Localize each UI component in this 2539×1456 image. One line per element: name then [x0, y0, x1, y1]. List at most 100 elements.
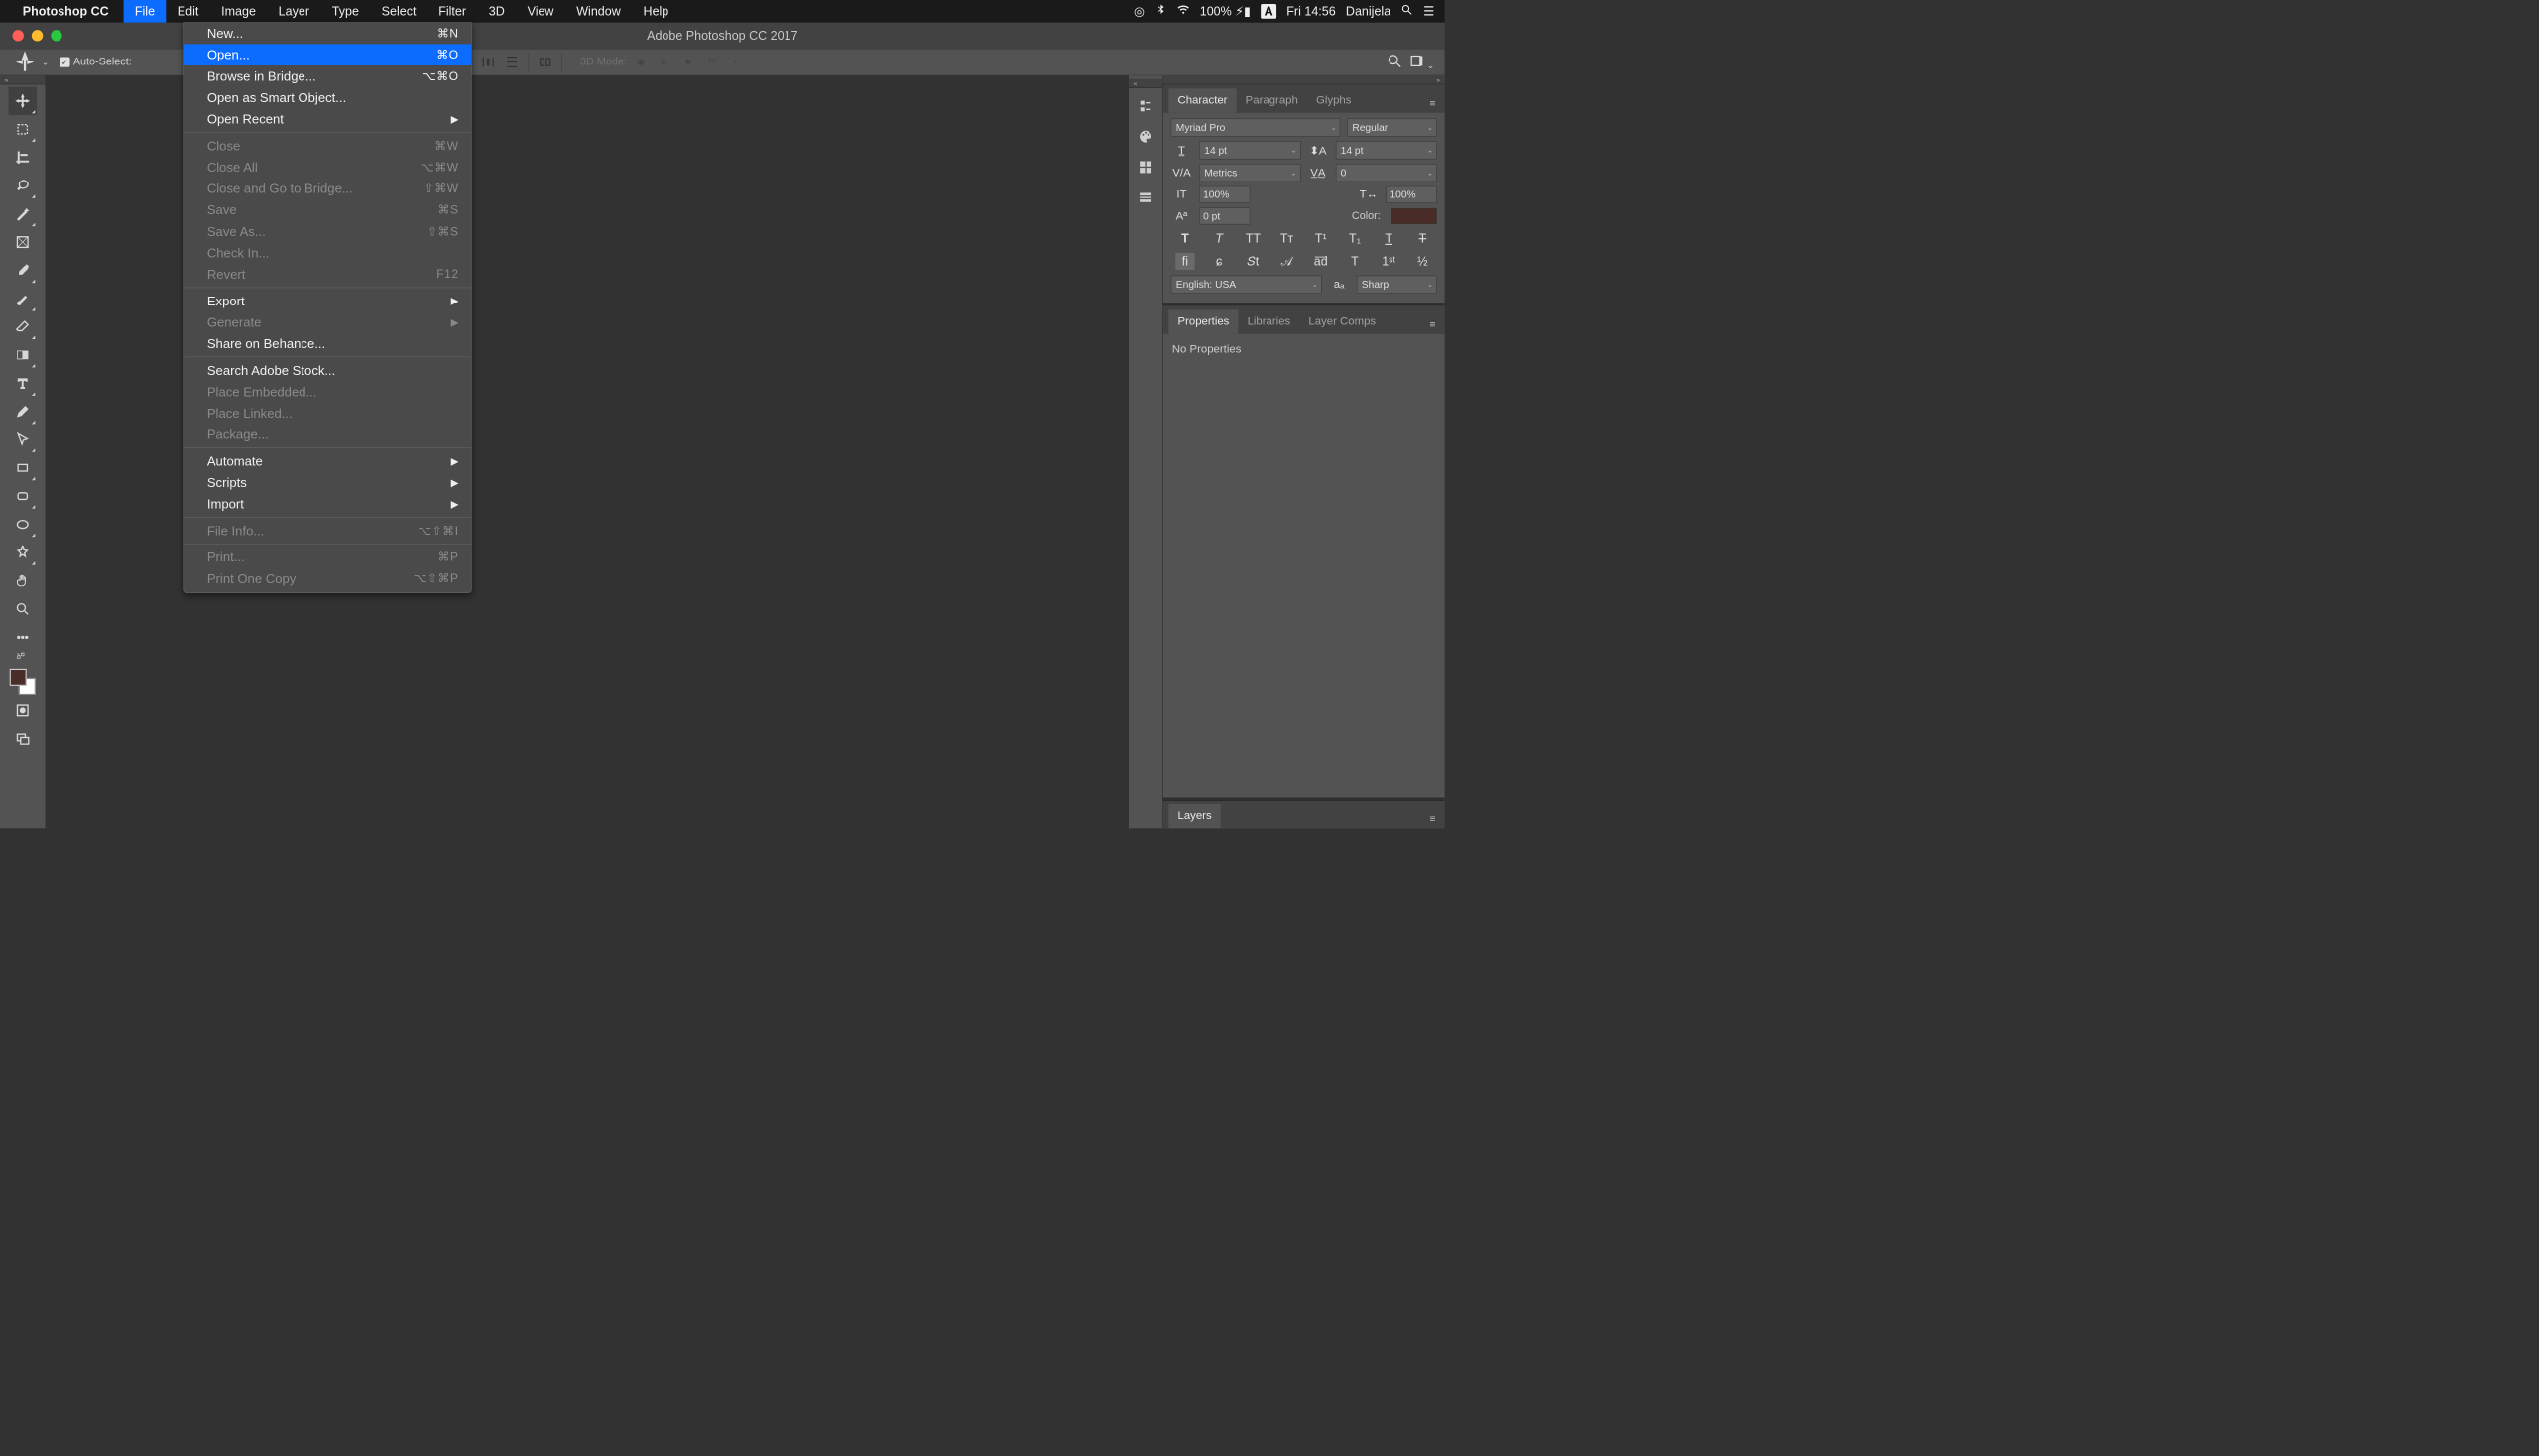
crop-tool[interactable]	[9, 144, 37, 172]
path-select-tool[interactable]	[9, 425, 37, 453]
stylistic-button[interactable]: 𝑆t	[1244, 253, 1263, 270]
rect-marquee-tool[interactable]	[9, 115, 37, 143]
window-close-button[interactable]	[13, 30, 24, 41]
color-swatches[interactable]	[9, 668, 37, 696]
font-style-select[interactable]: Regular⌄	[1347, 118, 1436, 136]
allcaps-button[interactable]: TT	[1244, 230, 1263, 247]
workspace-switcher-icon[interactable]: ⌄	[1409, 54, 1434, 71]
menu-3d[interactable]: 3D	[477, 0, 516, 23]
app-name[interactable]: Photoshop CC	[23, 4, 109, 19]
panel-menu-icon[interactable]: ≡	[1426, 810, 1439, 829]
3d-orbit-icon[interactable]: ◉	[633, 54, 650, 70]
spotlight-icon[interactable]	[1400, 3, 1413, 19]
auto-select-checkbox[interactable]: ✓Auto-Select:	[60, 56, 132, 68]
brush-tool[interactable]	[9, 285, 37, 312]
search-icon[interactable]	[1388, 54, 1402, 71]
custom-shape-tool[interactable]	[9, 539, 37, 566]
menu-edit[interactable]: Edit	[166, 0, 209, 23]
screen-mode-button[interactable]	[9, 725, 37, 753]
brushes-panel-icon[interactable]	[1134, 185, 1158, 210]
menu-window[interactable]: Window	[565, 0, 632, 23]
more-tool[interactable]	[9, 623, 37, 651]
smallcaps-button[interactable]: Tᴛ	[1277, 230, 1296, 247]
font-family-select[interactable]: Myriad Pro⌄	[1171, 118, 1341, 136]
menu-item-open-recent[interactable]: Open Recent▶	[184, 108, 471, 130]
tab-paragraph[interactable]: Paragraph	[1237, 88, 1307, 112]
italic-button[interactable]: T	[1209, 230, 1228, 247]
history-panel-icon[interactable]	[1134, 93, 1158, 118]
distribute-center-icon[interactable]	[480, 54, 497, 70]
quick-mask-button[interactable]	[9, 696, 37, 724]
auto-align-icon[interactable]	[537, 54, 553, 70]
tab-properties[interactable]: Properties	[1168, 309, 1238, 333]
menu-filter[interactable]: Filter	[427, 0, 478, 23]
menu-view[interactable]: View	[516, 0, 565, 23]
oldstyle-button[interactable]: ½	[1413, 253, 1432, 270]
rectangle-tool[interactable]	[9, 453, 37, 481]
ligatures-button[interactable]: fi	[1175, 253, 1194, 270]
tab-layers[interactable]: Layers	[1168, 804, 1220, 828]
fractions-button[interactable]: 1ˢᵗ	[1380, 253, 1398, 270]
baseline-input[interactable]	[1199, 207, 1250, 224]
wifi-icon[interactable]	[1177, 3, 1190, 19]
contextual-button[interactable]: ɕ	[1209, 253, 1228, 270]
notification-center-icon[interactable]: ☰	[1423, 4, 1434, 19]
vscale-input[interactable]	[1199, 186, 1250, 203]
3d-camera-icon[interactable]: ▪	[727, 54, 744, 70]
menu-item-new[interactable]: New...⌘N	[184, 23, 471, 45]
leading-input[interactable]: 14 pt⌄	[1336, 141, 1437, 159]
swash-button[interactable]: 𝒜	[1277, 253, 1296, 270]
distribute-v-icon[interactable]	[504, 54, 521, 70]
tracking-input[interactable]: 0⌄	[1336, 164, 1437, 182]
underline-button[interactable]: T	[1380, 230, 1398, 247]
ellipse-tool[interactable]	[9, 510, 37, 538]
hand-tool[interactable]	[9, 566, 37, 594]
swatches-panel-icon[interactable]	[1134, 155, 1158, 180]
battery-status[interactable]: 100% ⚡︎▮	[1200, 4, 1251, 19]
menu-item-share-on-behance[interactable]: Share on Behance...	[184, 333, 471, 355]
kerning-select[interactable]: Metrics⌄	[1199, 164, 1300, 182]
rounded-rect-tool[interactable]	[9, 482, 37, 510]
subscript-button[interactable]: T₁	[1345, 230, 1364, 247]
strip-collapse[interactable]: «	[1129, 79, 1162, 88]
panel-menu-icon[interactable]: ≡	[1426, 94, 1439, 113]
menu-item-browse-in-bridge[interactable]: Browse in Bridge...⌥⌘O	[184, 65, 471, 87]
language-select[interactable]: English: USA⌄	[1171, 276, 1322, 294]
window-minimize-button[interactable]	[32, 30, 43, 41]
menu-layer[interactable]: Layer	[267, 0, 320, 23]
current-tool-icon[interactable]	[11, 52, 38, 73]
superscript-button[interactable]: T¹	[1311, 230, 1330, 247]
menu-select[interactable]: Select	[370, 0, 427, 23]
menu-help[interactable]: Help	[632, 0, 680, 23]
strikethrough-button[interactable]: T	[1413, 230, 1432, 247]
tab-libraries[interactable]: Libraries	[1238, 309, 1299, 333]
3d-roll-icon[interactable]: ⟳	[657, 54, 673, 70]
zoom-tool[interactable]	[9, 595, 37, 623]
bold-button[interactable]: T	[1175, 230, 1194, 247]
input-source-icon[interactable]: A	[1261, 4, 1276, 19]
menu-item-import[interactable]: Import▶	[184, 493, 471, 515]
bluetooth-icon[interactable]	[1154, 3, 1167, 19]
eraser-tool[interactable]	[9, 312, 37, 340]
user-menu[interactable]: Danijela	[1346, 4, 1390, 19]
menu-item-open-as-smart-object[interactable]: Open as Smart Object...	[184, 87, 471, 109]
frame-tool[interactable]	[9, 228, 37, 256]
menu-item-scripts[interactable]: Scripts▶	[184, 472, 471, 494]
window-zoom-button[interactable]	[51, 30, 61, 41]
pen-tool[interactable]	[9, 398, 37, 425]
menu-item-automate[interactable]: Automate▶	[184, 450, 471, 472]
panel-menu-icon[interactable]: ≡	[1426, 315, 1439, 334]
lasso-tool[interactable]	[9, 172, 37, 199]
3d-slide-icon[interactable]: ⤧	[703, 54, 720, 70]
gradient-tool[interactable]	[9, 341, 37, 369]
tool-preset-chevron-icon[interactable]: ⌄	[42, 58, 49, 67]
menu-item-search-adobe-stock[interactable]: Search Adobe Stock...	[184, 359, 471, 381]
toolbox-collapse[interactable]: »	[0, 75, 46, 84]
font-size-input[interactable]: 14 pt⌄	[1199, 141, 1300, 159]
menu-image[interactable]: Image	[210, 0, 268, 23]
panels-collapse[interactable]: »	[1163, 75, 1445, 84]
ordinals-button[interactable]: a͞d	[1311, 253, 1330, 270]
menu-item-export[interactable]: Export▶	[184, 290, 471, 311]
color-panel-icon[interactable]	[1134, 124, 1158, 149]
eyedropper-tool[interactable]	[9, 256, 37, 284]
